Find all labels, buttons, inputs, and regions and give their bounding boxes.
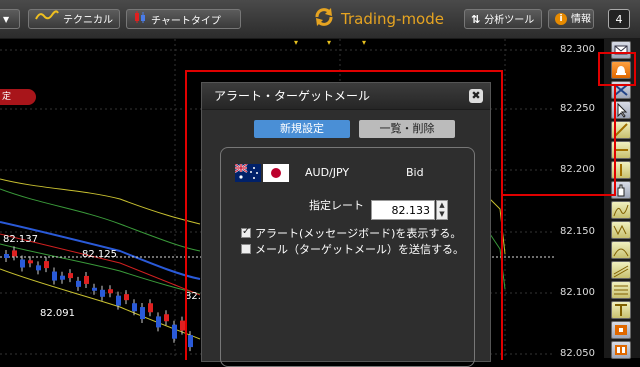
chart-annotation: 82.125 — [82, 249, 117, 260]
number-icon[interactable] — [611, 321, 631, 339]
wave-icon[interactable] — [611, 221, 631, 239]
chart-annotation: 82.137 — [3, 234, 38, 245]
technical-label: テクニカル — [63, 15, 113, 26]
candle-body — [84, 275, 89, 284]
candle-body — [20, 259, 25, 268]
price-label: 82.300 — [560, 44, 595, 55]
drawing-toolbar — [604, 39, 640, 359]
candle-body — [156, 316, 161, 328]
svg-text:▾: ▾ — [362, 39, 366, 47]
channel-icon[interactable] — [611, 261, 631, 279]
left-tag: 定 — [0, 89, 36, 105]
analysis-tool-label: 分析ツール — [484, 15, 535, 26]
app-window: ▼ テクニカル チャートタイプ Trading-mode ⇅ 分析ツール i 情報 … — [0, 0, 640, 367]
highlight-connector — [501, 194, 616, 196]
candle-body — [164, 314, 169, 322]
candle-body — [108, 289, 113, 294]
candle-body — [124, 294, 129, 301]
candle-body — [92, 287, 97, 291]
price-label: 82.200 — [560, 164, 595, 175]
candlestick-icon — [133, 10, 147, 32]
analysis-tool-button[interactable]: ⇅ 分析ツール — [464, 9, 542, 29]
chevron-down-icon: ▼ — [3, 15, 10, 24]
svg-text:▾: ▾ — [327, 39, 331, 47]
chart-type-label: チャートタイプ — [151, 16, 221, 27]
price-label: 82.050 — [560, 348, 595, 358]
candle-body — [52, 271, 57, 281]
arc-icon[interactable] — [611, 241, 631, 259]
candle-body — [68, 273, 73, 279]
price-label: 82.250 — [560, 103, 595, 114]
technical-button[interactable]: テクニカル — [28, 9, 120, 29]
highlight-frame — [185, 70, 503, 360]
candle-body — [12, 250, 17, 257]
price-label: 82.100 — [560, 287, 595, 298]
info-label: 情報 — [571, 14, 591, 25]
refresh-icon — [313, 6, 335, 32]
candle-body — [132, 303, 137, 312]
candle-body — [172, 324, 177, 339]
candle-body — [36, 265, 41, 271]
sort-arrows-icon: ⇅ — [471, 13, 481, 26]
dropdown-arrow-button[interactable]: ▼ — [0, 9, 20, 29]
fibonacci-icon[interactable] — [611, 201, 631, 219]
price-label: 82.150 — [560, 226, 595, 237]
candle-body — [28, 260, 33, 264]
candle-body — [140, 307, 145, 320]
candle-body — [44, 261, 49, 269]
candle-body — [116, 295, 121, 306]
top-toolbar: ▼ テクニカル チャートタイプ Trading-mode ⇅ 分析ツール i 情報 … — [0, 0, 640, 39]
trading-mode-title: Trading-mode — [341, 10, 444, 28]
left-tag-label: 定 — [2, 92, 12, 102]
candle-body — [4, 254, 9, 258]
info-button[interactable]: i 情報 — [548, 9, 594, 29]
candle-body — [60, 275, 65, 280]
highlight-bell — [598, 52, 636, 86]
candle-body — [148, 303, 153, 313]
grid-icon[interactable] — [611, 281, 631, 299]
candle-body — [100, 289, 105, 297]
wave-icon — [35, 10, 59, 30]
svg-text:▾: ▾ — [294, 39, 298, 47]
numbered-list-icon[interactable] — [611, 341, 631, 359]
trading-mode-toggle[interactable]: Trading-mode — [313, 7, 444, 31]
text-icon[interactable] — [611, 301, 631, 319]
chart-type-button[interactable]: チャートタイプ — [126, 9, 241, 29]
chart-annotation: 82.091 — [40, 308, 75, 319]
page-number-button[interactable]: 4 — [608, 9, 630, 29]
info-icon: i — [555, 13, 567, 25]
highlight-connector — [614, 84, 616, 196]
candle-body — [76, 280, 81, 287]
